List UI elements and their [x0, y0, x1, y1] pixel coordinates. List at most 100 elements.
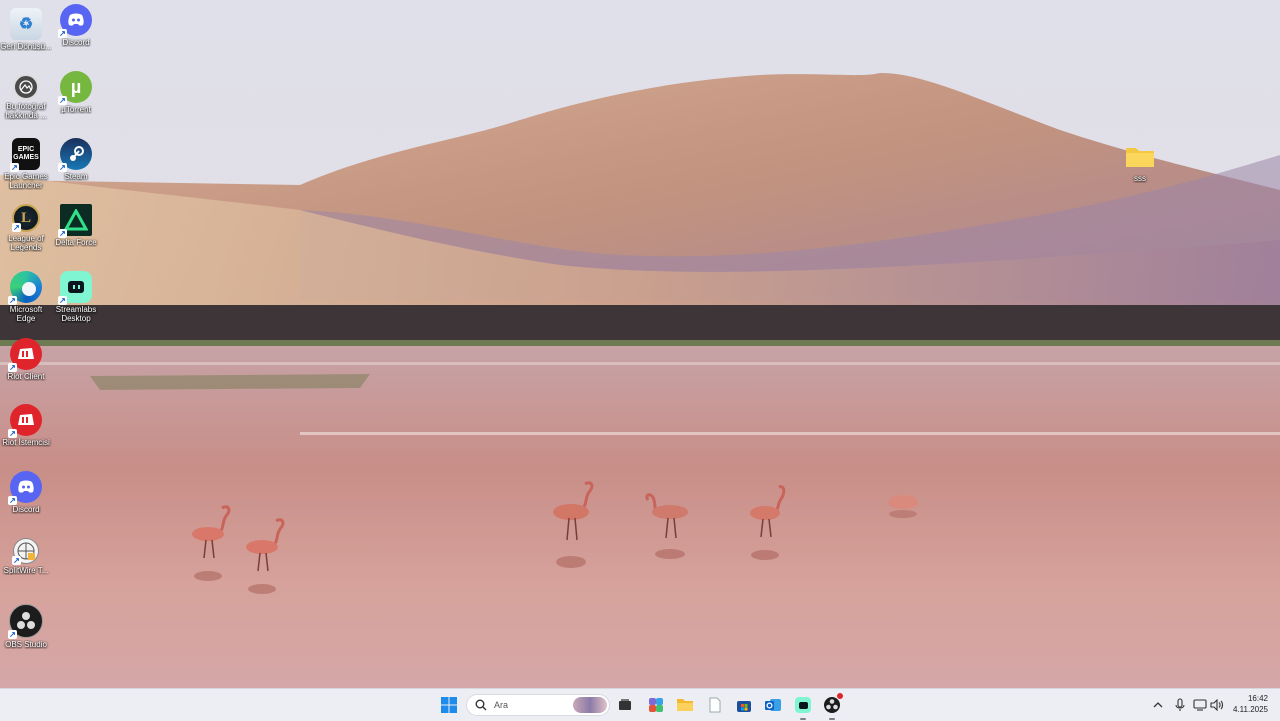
epic-games-icon: EPIC GAMES ↗	[10, 138, 40, 172]
desktop-icon-label: Streamlabs Desktop	[55, 305, 97, 323]
outlook-button[interactable]	[761, 693, 785, 717]
streamlabs-icon: ↗	[58, 271, 92, 305]
desktop-icon-label: Epic Games Launcher	[4, 172, 48, 190]
shortcut-arrow-icon: ↗	[58, 29, 67, 38]
desktop-icon-riot-client[interactable]: ↗ Riot Client	[0, 338, 52, 381]
search-placeholder: Ara	[494, 700, 509, 710]
shortcut-arrow-icon: ↗	[58, 96, 67, 105]
microsoft-store-button[interactable]	[732, 693, 756, 717]
flamingo	[553, 481, 594, 568]
chevron-up-icon	[1153, 702, 1163, 708]
desktop-icon-photo-info[interactable]: Bu fotoğraf hakkında ...	[0, 74, 52, 120]
task-view-icon	[619, 699, 631, 710]
desktop-icon-streamlabs[interactable]: ↗ Streamlabs Desktop	[50, 271, 102, 323]
steam-icon: ↗	[58, 138, 92, 172]
desktop-icon-label: Steam	[64, 172, 88, 181]
flamingo	[246, 518, 285, 594]
desktop-icon-label: League of Legends	[8, 234, 44, 252]
desktop-icon-steam[interactable]: ↗ Steam	[50, 138, 102, 181]
shortcut-arrow-icon: ↗	[12, 556, 21, 565]
desktop-icon-discord-2[interactable]: ↗ Discord	[0, 471, 52, 514]
discord-icon: ↗	[8, 471, 42, 505]
streamlabs-taskbar-button[interactable]	[791, 693, 815, 720]
streamlabs-icon	[795, 697, 811, 713]
obs-taskbar-button[interactable]	[820, 693, 844, 720]
riot-client-icon: ↗	[8, 404, 42, 438]
start-icon	[441, 697, 457, 713]
network-icon	[1193, 699, 1207, 711]
desktop-icon-league-of-legends[interactable]: L ↗ League of Legends	[0, 204, 52, 252]
photo-info-icon	[13, 74, 39, 100]
league-logo-text: L	[20, 209, 31, 226]
recycle-bin-icon: ♻	[10, 8, 42, 40]
folder-icon	[1124, 140, 1156, 172]
desktop-icon-label: Geri Dönüşü...	[0, 42, 52, 51]
shortcut-arrow-icon: ↗	[8, 429, 17, 438]
outlook-icon	[765, 699, 781, 711]
shortcut-arrow-icon: ↗	[12, 223, 21, 232]
desktop-icon-label: sss	[1134, 174, 1146, 183]
splitwire-icon: ↗	[12, 538, 39, 565]
microphone-button[interactable]	[1172, 697, 1188, 713]
volume-icon	[1210, 699, 1224, 711]
desktop-icon-folder-sss[interactable]: sss	[1114, 140, 1166, 183]
flamingo	[750, 485, 786, 560]
desktop-icon-splitwire[interactable]: ↗ SplitWire T...	[0, 538, 52, 575]
utorrent-icon: µ ↗	[58, 71, 92, 105]
desktop-icon-obs[interactable]: ↗ OBS Studio	[0, 604, 52, 649]
desktop-wallpaper	[0, 0, 1280, 688]
taskbar: Ara 16:42 4.11.2025	[0, 688, 1280, 721]
file-explorer-button[interactable]	[673, 693, 697, 717]
copilot-icon	[649, 698, 663, 712]
task-view-button[interactable]	[613, 693, 637, 717]
desktop-icon-label: Bu fotoğraf hakkında ...	[5, 102, 47, 120]
desktop-icon-epic-games[interactable]: EPIC GAMES ↗ Epic Games Launcher	[0, 138, 52, 190]
desktop-icon-label: Riot İstemcisi	[2, 438, 50, 447]
desktop-icon-label: Microsoft Edge	[9, 305, 43, 323]
shortcut-arrow-icon: ↗	[8, 296, 17, 305]
desktop-icon-edge[interactable]: ↗ Microsoft Edge	[0, 271, 52, 323]
flamingo	[888, 495, 918, 518]
desktop-icon-riot-istemcisi[interactable]: ↗ Riot İstemcisi	[0, 404, 52, 447]
desktop-icon-recycle-bin[interactable]: ♻ Geri Dönüşü...	[0, 8, 52, 51]
search-icon	[475, 699, 487, 711]
riot-client-icon: ↗	[8, 338, 42, 372]
shortcut-arrow-icon: ↗	[10, 163, 19, 172]
shortcut-arrow-icon: ↗	[58, 163, 67, 172]
shortcut-arrow-icon: ↗	[58, 229, 67, 238]
desktop-icon-label: Discord	[12, 505, 40, 514]
desktop-icon-label: SplitWire T...	[3, 566, 49, 575]
clock[interactable]: 16:42 4.11.2025	[1233, 693, 1268, 715]
show-hidden-icons-button[interactable]	[1150, 697, 1166, 713]
desktop-icon-label: Delta Force	[55, 238, 97, 247]
obs-icon: ↗	[8, 604, 43, 639]
desktop-icon-discord[interactable]: ↗ Discord	[50, 4, 102, 47]
league-of-legends-icon: L ↗	[12, 204, 40, 232]
search-highlight-image[interactable]	[573, 697, 607, 713]
desktop-icon-label: OBS Studio	[5, 640, 47, 649]
shortcut-arrow-icon: ↗	[8, 496, 17, 505]
shortcut-arrow-icon: ↗	[8, 630, 17, 639]
discord-icon: ↗	[58, 4, 92, 38]
desktop-icon-delta-force[interactable]: ↗ Delta Force	[50, 204, 102, 247]
copilot-button[interactable]	[644, 693, 668, 717]
desktop-icon-label: Discord	[62, 38, 90, 47]
edge-icon: ↗	[8, 271, 42, 305]
delta-force-icon: ↗	[58, 204, 92, 238]
notepad-icon	[709, 697, 721, 713]
desktop-icon-utorrent[interactable]: µ ↗ µTorrent	[50, 71, 102, 114]
volume-button[interactable]	[1209, 697, 1225, 713]
start-button[interactable]	[437, 693, 461, 717]
taskbar-search[interactable]: Ara	[466, 694, 610, 716]
notification-badge	[837, 693, 843, 699]
network-button[interactable]	[1192, 697, 1208, 713]
shortcut-arrow-icon: ↗	[58, 296, 67, 305]
store-icon	[737, 701, 751, 712]
flamingo	[192, 505, 231, 581]
desktop-icon-label: Riot Client	[7, 372, 45, 381]
clock-time: 16:42	[1247, 694, 1268, 703]
notepad-button[interactable]	[703, 693, 727, 717]
folder-icon	[677, 699, 693, 711]
shortcut-arrow-icon: ↗	[8, 363, 17, 372]
microphone-icon	[1175, 698, 1185, 711]
